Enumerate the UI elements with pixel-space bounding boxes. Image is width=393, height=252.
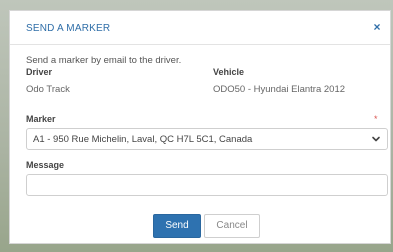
marker-select[interactable]: A1 - 950 Rue Michelin, Laval, QC H7L 5C1… [26, 128, 388, 150]
vehicle-label: Vehicle [213, 67, 245, 77]
marker-selected-value: A1 - 950 Rue Michelin, Laval, QC H7L 5C1… [33, 134, 253, 145]
message-label: Message [26, 160, 65, 170]
send-button[interactable]: Send [153, 214, 201, 238]
driver-value: Odo Track [26, 84, 70, 95]
dialog-intro-text: Send a marker by email to the driver. [26, 55, 182, 66]
message-input[interactable] [26, 174, 388, 196]
marker-label: Marker [26, 114, 56, 124]
driver-label: Driver [26, 67, 53, 77]
dialog-header: SEND A MARKER × [10, 11, 390, 45]
chevron-down-icon [372, 136, 380, 142]
close-icon[interactable]: × [370, 20, 384, 34]
required-indicator: * [374, 114, 378, 124]
vehicle-value: ODO50 - Hyundai Elantra 2012 [213, 84, 346, 95]
dialog-title: SEND A MARKER [26, 23, 111, 34]
send-marker-dialog: SEND A MARKER × Send a marker by email t… [9, 10, 391, 244]
cancel-button[interactable]: Cancel [204, 214, 260, 238]
